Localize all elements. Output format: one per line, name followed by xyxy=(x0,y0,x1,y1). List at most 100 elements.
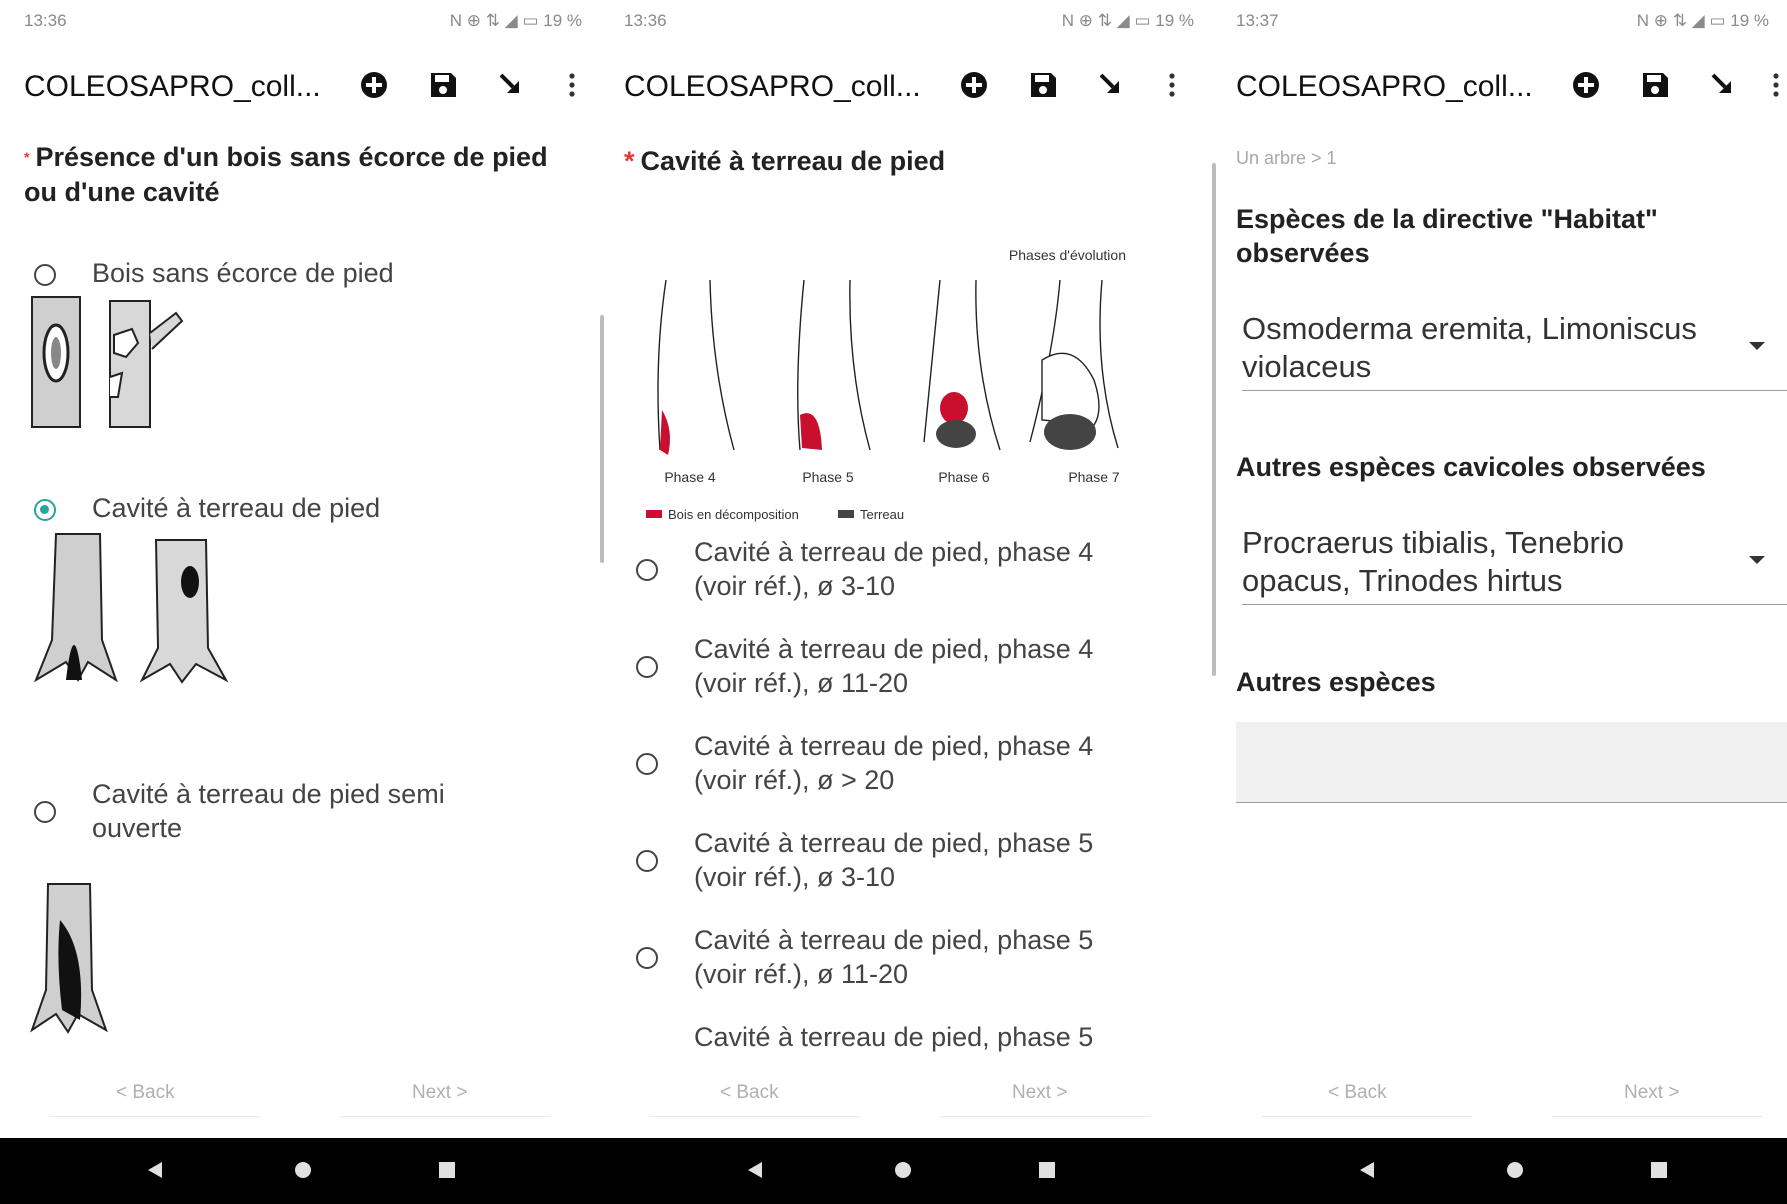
chevron-down-icon[interactable] xyxy=(1749,342,1765,350)
screen-2: 13:36 N ⊕ ⇅ ◢ ▭ 19 % COLEOSAPRO_coll... … xyxy=(600,0,1212,1204)
basal-cavity-illustration xyxy=(33,533,229,684)
next-button[interactable]: Next > xyxy=(1012,1082,1067,1104)
option-label: Cavité à terreau de pied, phase 5 (voir … xyxy=(694,828,1094,892)
legend-label: Bois en décomposition xyxy=(668,507,799,522)
option-label: Cavité à terreau de pied, phase 4 (voir … xyxy=(694,731,1094,795)
back-button[interactable]: < Back xyxy=(116,1082,175,1104)
option-phase5-3-10[interactable]: Cavité à terreau de pied, phase 5 (voir … xyxy=(600,826,1212,906)
next-button[interactable]: Next > xyxy=(1624,1082,1679,1104)
divider xyxy=(1552,1116,1762,1117)
system-nav-bar xyxy=(600,1138,1212,1204)
back-button[interactable]: < Back xyxy=(720,1082,779,1104)
add-icon[interactable] xyxy=(1567,66,1605,104)
form-title: COLEOSAPRO_coll... xyxy=(1236,70,1533,103)
option-phase4-3-10[interactable]: Cavité à terreau de pied, phase 4 (voir … xyxy=(600,535,1212,615)
habitat-species-dropdown[interactable]: Osmoderma eremita, Limoniscus violaceus xyxy=(1242,310,1787,391)
option-label: Cavité à terreau de pied, phase 5 (voir … xyxy=(694,925,1094,989)
bark-less-trunk-illustration xyxy=(31,296,184,428)
overflow-menu-icon[interactable] xyxy=(553,66,591,104)
system-home-icon[interactable] xyxy=(292,1159,314,1181)
form-content: * Cavité à terreau de pied Phases d'évolu… xyxy=(600,130,1212,1064)
radio-button[interactable] xyxy=(636,753,658,775)
divider xyxy=(1262,1116,1472,1117)
radio-button[interactable] xyxy=(34,801,56,823)
option-phase5-11-20[interactable]: Cavité à terreau de pied, phase 5 (voir … xyxy=(600,923,1212,1003)
radio-button[interactable] xyxy=(636,850,658,872)
system-back-icon[interactable] xyxy=(144,1159,166,1181)
option-label: Cavité à terreau de pied, phase 4 (voir … xyxy=(694,634,1094,698)
option-phase4-gt-20[interactable]: Cavité à terreau de pied, phase 4 (voir … xyxy=(600,729,1212,809)
divider xyxy=(340,1116,550,1117)
status-time: 13:36 xyxy=(624,11,667,30)
system-home-icon[interactable] xyxy=(892,1159,914,1181)
back-button[interactable]: < Back xyxy=(1328,1082,1387,1104)
question-label: * Cavité à terreau de pied xyxy=(624,146,946,176)
nav-row: < Back Next > xyxy=(1212,1066,1787,1122)
option-label: Cavité à terreau de pied, phase 4 (voir … xyxy=(694,537,1094,601)
chevron-down-icon[interactable] xyxy=(1749,556,1765,564)
radio-button-selected[interactable] xyxy=(34,499,56,521)
legend-swatch-soil xyxy=(838,510,854,518)
phase-label: Phase 7 xyxy=(1068,469,1120,485)
option-label: Cavité à terreau de pied semi ouverte xyxy=(92,779,445,843)
system-recents-icon[interactable] xyxy=(1648,1159,1670,1181)
app-bar: COLEOSAPRO_coll... xyxy=(1212,58,1787,114)
system-recents-icon[interactable] xyxy=(1036,1159,1058,1181)
form-title: COLEOSAPRO_coll... xyxy=(24,70,321,103)
fill-blank-icon[interactable] xyxy=(1092,66,1130,104)
divider xyxy=(50,1116,260,1117)
status-bar: 13:36 N ⊕ ⇅ ◢ ▭ 19 % xyxy=(600,0,1212,44)
option-label: Bois sans écorce de pied xyxy=(92,258,394,288)
option-label: Cavité à terreau de pied xyxy=(92,493,381,523)
form-content: * Présence d'un bois sans écorce de pied … xyxy=(0,130,600,1064)
field-underline xyxy=(1242,604,1787,605)
system-home-icon[interactable] xyxy=(1504,1159,1526,1181)
save-icon[interactable] xyxy=(1636,66,1674,104)
divider xyxy=(940,1116,1150,1117)
system-nav-bar xyxy=(0,1138,600,1204)
nav-row: < Back Next > xyxy=(0,1066,600,1122)
save-icon[interactable] xyxy=(424,66,462,104)
app-bar: COLEOSAPRO_coll... xyxy=(0,58,600,114)
system-back-icon[interactable] xyxy=(1356,1159,1378,1181)
radio-button[interactable] xyxy=(636,656,658,678)
overflow-menu-icon[interactable] xyxy=(1757,66,1787,104)
radio-button[interactable] xyxy=(34,264,56,286)
form-content: Un arbre > 1 Espèces de la directive "Ha… xyxy=(1212,130,1787,1064)
radio-button[interactable] xyxy=(636,947,658,969)
option-cavite-terreau[interactable]: Cavité à terreau de pied xyxy=(0,485,600,535)
section-label: Autres espèces xyxy=(1236,667,1436,697)
system-back-icon[interactable] xyxy=(744,1159,766,1181)
save-icon[interactable] xyxy=(1024,66,1062,104)
required-marker: * xyxy=(624,146,635,176)
fill-blank-icon[interactable] xyxy=(492,66,530,104)
dropdown-value: Osmoderma eremita, Limoniscus violaceus xyxy=(1242,311,1697,384)
form-title: COLEOSAPRO_coll... xyxy=(624,70,921,103)
fill-blank-icon[interactable] xyxy=(1704,66,1742,104)
evolution-phases-figure: Phases d'évolution Phase 4 Phase 5 Phase… xyxy=(646,247,1126,522)
legend-swatch-decay xyxy=(646,510,662,518)
cavicolous-species-dropdown[interactable]: Procraerus tibialis, Tenebrio opacus, Tr… xyxy=(1242,524,1787,605)
dropdown-value: Procraerus tibialis, Tenebrio opacus, Tr… xyxy=(1242,525,1624,598)
nav-row: < Back Next > xyxy=(600,1066,1212,1122)
system-recents-icon[interactable] xyxy=(436,1159,458,1181)
option-phase4-11-20[interactable]: Cavité à terreau de pied, phase 4 (voir … xyxy=(600,632,1212,712)
required-marker: * xyxy=(24,149,30,165)
option-phase5-partial[interactable]: Cavité à terreau de pied, phase 5 xyxy=(600,1020,1212,1060)
next-button[interactable]: Next > xyxy=(412,1082,467,1104)
figure-heading: Phases d'évolution xyxy=(1009,247,1126,263)
option-cavite-semi-ouverte[interactable]: Cavité à terreau de pied semi ouverte xyxy=(0,775,600,845)
screen-1: 13:36 N ⊕ ⇅ ◢ ▭ 19 % COLEOSAPRO_coll... … xyxy=(0,0,600,1204)
phase-label: Phase 6 xyxy=(938,469,990,485)
add-icon[interactable] xyxy=(355,66,393,104)
status-time: 13:37 xyxy=(1236,11,1279,30)
overflow-menu-icon[interactable] xyxy=(1153,66,1191,104)
radio-button[interactable] xyxy=(636,559,658,581)
other-species-input[interactable] xyxy=(1236,722,1787,803)
divider xyxy=(650,1116,860,1117)
status-bar: 13:36 N ⊕ ⇅ ◢ ▭ 19 % xyxy=(0,0,600,44)
section-label: Espèces de la directive "Habitat" observ… xyxy=(1236,204,1658,268)
status-time: 13:36 xyxy=(24,11,67,30)
semi-open-cavity-illustration xyxy=(30,883,108,1034)
add-icon[interactable] xyxy=(955,66,993,104)
